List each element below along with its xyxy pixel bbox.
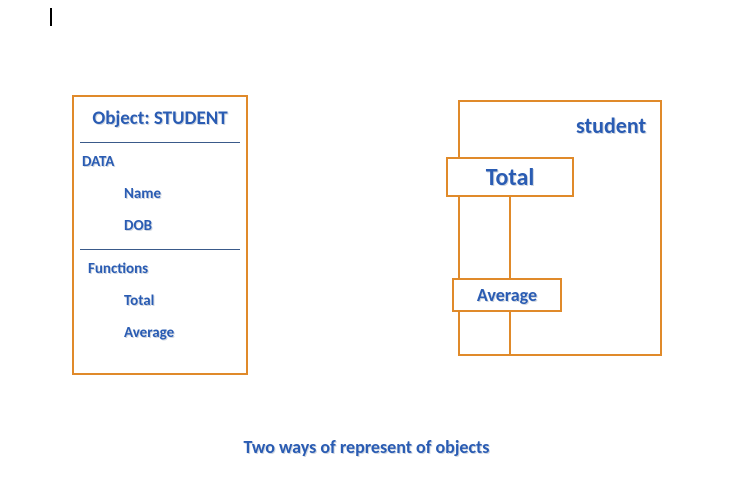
object-title-right: student	[576, 112, 646, 139]
method-label-average: Average	[477, 284, 537, 306]
functions-section-header: Functions	[74, 250, 246, 278]
method-box-average: Average	[452, 278, 562, 312]
data-section-header: DATA	[74, 143, 246, 171]
data-item-dob: DOB	[74, 203, 246, 235]
text-cursor	[50, 8, 52, 26]
function-item-total: Total	[74, 278, 246, 310]
object-title-left: Object: STUDENT	[74, 97, 246, 142]
function-item-average: Average	[74, 310, 246, 342]
data-item-name: Name	[74, 171, 246, 203]
diagram-caption: Two ways of represent of objects	[0, 436, 733, 458]
connector-line	[509, 197, 511, 278]
method-label-total: Total	[486, 163, 535, 192]
method-box-total: Total	[446, 157, 574, 197]
connector-line	[509, 312, 511, 356]
object-box-left: Object: STUDENT DATA Name DOB Functions …	[72, 95, 248, 375]
